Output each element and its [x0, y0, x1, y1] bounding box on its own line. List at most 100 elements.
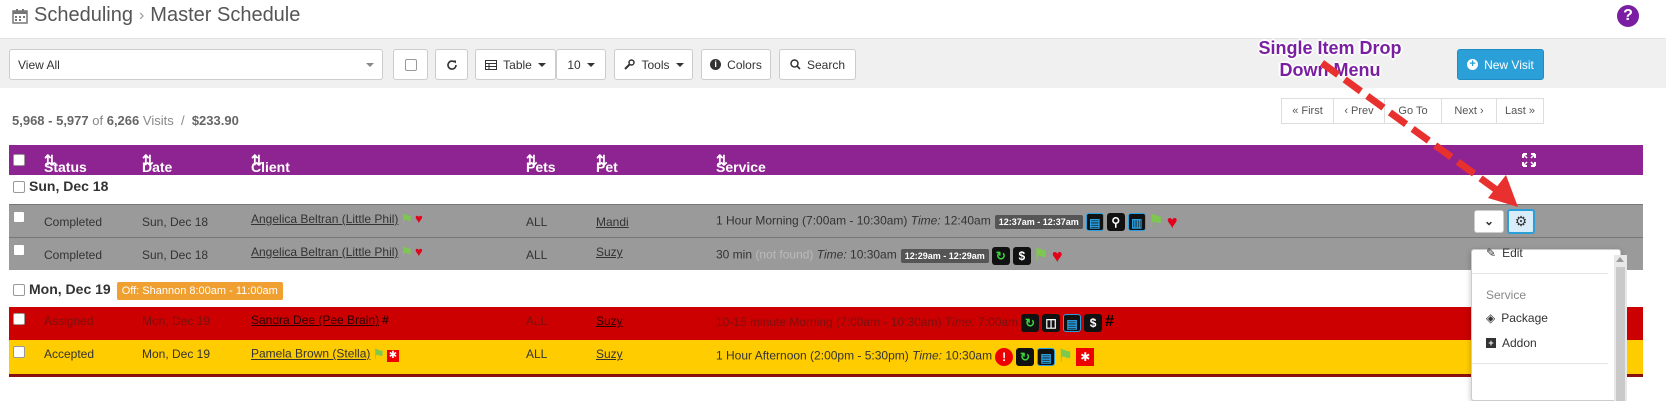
row-client: Sandra Dee (Pee Brain) # [251, 313, 389, 327]
visit-amount: $233.90 [191, 113, 239, 128]
summary-separator: / [180, 113, 185, 128]
row-service: 1 Hour Morning (7:00am - 10:30am) Time: … [716, 211, 1178, 232]
table-row[interactable]: Completed Sun, Dec 18 Angelica Beltran (… [9, 237, 1643, 270]
menu-item-edit[interactable]: ✎ Edit [1486, 246, 1523, 260]
table-row[interactable]: Assigned Mon, Dec 19 Sandra Dee (Pee Bra… [9, 307, 1643, 340]
time-label: Time: [944, 315, 975, 329]
row-status: Completed [44, 248, 103, 262]
chevron-down-icon [537, 62, 546, 67]
column-service[interactable]: Service ⇅ [716, 152, 766, 175]
select-all-toggle-button[interactable] [393, 49, 428, 80]
table-row[interactable]: Accepted Mon, Dec 19 Pamela Brown (Stell… [9, 340, 1643, 374]
page-title: Master Schedule [150, 4, 301, 26]
checkbox-icon [404, 58, 417, 71]
column-status[interactable]: Status ⇅ [44, 152, 87, 175]
refresh-button[interactable] [435, 49, 468, 80]
heart-icon: ♥ [1166, 211, 1178, 232]
tools-label: Tools [641, 57, 670, 72]
menu-item-package[interactable]: ◈ Package [1486, 311, 1548, 325]
service-time: 7:00am [978, 315, 1019, 329]
column-date[interactable]: Date ⇅ [142, 152, 172, 175]
refresh-icon [446, 59, 457, 70]
row-sitter-link[interactable]: Mandi [596, 215, 629, 229]
menu-divider [1472, 273, 1608, 274]
flag-icon: ⚑ [1032, 245, 1049, 265]
sitter-off-badge: Off: Shannon 8:00am - 11:00am [116, 282, 283, 300]
refresh-icon: ↻ [1016, 347, 1035, 366]
row-date: Mon, Dec 19 [142, 314, 211, 328]
notebook-icon: ▥ [1127, 212, 1146, 231]
view-filter-select[interactable]: View All [9, 49, 383, 80]
row-pets: ALL [526, 347, 548, 361]
tools-button[interactable]: Tools [614, 49, 693, 80]
client-link[interactable]: Pamela Brown (Stella) [251, 347, 370, 361]
scroll-up-arrow[interactable] [1616, 257, 1624, 262]
alert-icon: ! [995, 347, 1014, 366]
flag-icon: ⚑ [1147, 211, 1164, 231]
row-pets: ALL [526, 248, 548, 262]
column-pet-sitter[interactable]: Pet Sitter ⇅ [596, 152, 632, 191]
row-date: Mon, Dec 19 [142, 347, 211, 361]
menu-item-addon[interactable]: + Addon [1486, 336, 1537, 350]
map-pin-icon: ⚲ [1106, 212, 1125, 231]
visit-range: 5,968 - 5,977 [12, 113, 89, 128]
visit-summary: 5,968 - 5,977 of 6,266 Visits / $233.90 [12, 113, 239, 128]
row-sitter-link[interactable]: Suzy [596, 347, 623, 361]
colors-button[interactable]: i Colors [701, 49, 771, 80]
package-icon: ◫ [1042, 313, 1061, 332]
search-label: Search [806, 57, 846, 72]
row-checkbox[interactable] [13, 211, 25, 223]
row-date: Sun, Dec 18 [142, 215, 209, 229]
page-size-select[interactable]: 10 [556, 49, 606, 80]
breadcrumb-scheduling[interactable]: Scheduling [34, 4, 133, 27]
search-button[interactable]: Search [779, 49, 856, 80]
date-group-label: Sun, Dec 18 [29, 178, 109, 194]
scroll-thumb[interactable] [1616, 267, 1625, 401]
menu-item-edit-label: Edit [1502, 246, 1523, 260]
document-icon: ▤ [1085, 212, 1104, 231]
walker-icon: ✱ [386, 349, 399, 362]
service-time: 10:30am [945, 348, 993, 363]
dropdown-scrollbar[interactable] [1614, 255, 1627, 401]
row-date: Sun, Dec 18 [142, 248, 209, 262]
row-checkbox[interactable] [13, 346, 25, 358]
row-status: Accepted [44, 347, 95, 361]
flag-icon: ⚑ [372, 346, 385, 362]
callout-arrow [1319, 60, 1518, 207]
checkin-badge: 12:37am - 12:37am [994, 214, 1083, 229]
table-view-button[interactable]: Table [475, 49, 556, 80]
gear-icon: ⚙ [1514, 213, 1528, 229]
dollar-icon: $ [1084, 313, 1103, 332]
client-link[interactable]: Angelica Beltran (Little Phil) [251, 212, 398, 226]
row-pets: ALL [526, 314, 548, 328]
flag-icon: ⚑ [400, 211, 413, 228]
row-sitter-link[interactable]: Suzy [596, 245, 623, 259]
column-client[interactable]: Client ⇅ [251, 152, 290, 175]
table-row-divider [9, 374, 1643, 377]
column-pets[interactable]: Pets ⇅ [526, 152, 556, 175]
walker-icon: ✱ [1076, 347, 1095, 366]
fence-icon: # [1105, 313, 1114, 330]
help-icon[interactable]: ? [1617, 5, 1639, 27]
row-sitter-link[interactable]: Suzy [596, 314, 623, 328]
dollar-icon: $ [1012, 246, 1031, 265]
group-checkbox[interactable] [13, 284, 25, 296]
client-link[interactable]: Sandra Dee (Pee Brain) [251, 313, 379, 327]
refresh-icon: ↻ [1021, 313, 1040, 332]
time-label: Time: [816, 247, 847, 262]
client-link[interactable]: Angelica Beltran (Little Phil) [251, 245, 398, 259]
visits-text: Visits [142, 113, 174, 128]
fence-icon: # [382, 313, 389, 327]
menu-item-addon-label: Addon [1502, 336, 1537, 350]
group-checkbox[interactable] [13, 181, 25, 193]
select-all-checkbox[interactable] [13, 154, 25, 166]
date-group-label: Mon, Dec 19 Off: Shannon 8:00am - 11:00am [29, 281, 283, 300]
chevron-down-icon [675, 62, 684, 67]
row-client: Angelica Beltran (Little Phil) ⚑ ♥ [251, 211, 423, 228]
refresh-icon: ↻ [991, 246, 1010, 265]
checkin-badge: 12:29am - 12:29am [900, 248, 989, 263]
row-service: 30 min (not found) Time: 10:30am 12:29am … [716, 245, 1063, 266]
row-checkbox[interactable] [13, 313, 25, 325]
row-checkbox[interactable] [13, 244, 25, 256]
row-service: 10-15 minute Morning (7:00am - 10:30am) … [716, 313, 1114, 332]
